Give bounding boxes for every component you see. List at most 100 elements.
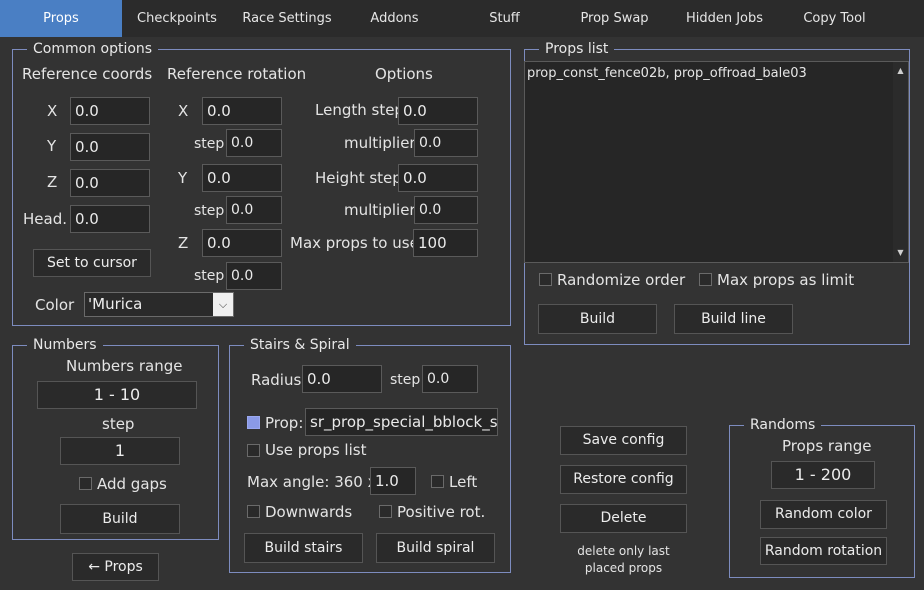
- max-angle-input[interactable]: 1.0: [370, 467, 416, 495]
- max-angle-label: Max angle: 360 x: [247, 473, 377, 491]
- scroll-down-icon[interactable]: ▼: [893, 246, 908, 260]
- color-label: Color: [35, 296, 75, 314]
- height-step-label: Height step: [315, 169, 402, 187]
- positive-rot-label: Positive rot.: [397, 503, 486, 521]
- set-to-cursor-button[interactable]: Set to cursor: [33, 249, 151, 277]
- tab-stuff[interactable]: Stuff: [447, 0, 562, 37]
- props-build-button[interactable]: Build: [538, 304, 657, 334]
- delete-note-line2: placed props: [584, 561, 663, 575]
- rotation-y-step-input[interactable]: 0.0: [226, 196, 282, 224]
- length-multiplier-label: multiplier: [344, 134, 416, 152]
- rotation-z-input[interactable]: 0.0: [202, 229, 282, 257]
- max-props-limit-label: Max props as limit: [717, 271, 855, 289]
- height-multiplier-label: multiplier: [344, 201, 416, 219]
- tab-copy-tool[interactable]: Copy Tool: [782, 0, 887, 37]
- downwards-checkbox[interactable]: [247, 505, 260, 518]
- use-props-list-label: Use props list: [265, 441, 367, 459]
- props-list-text: prop_const_fence02b, prop_offroad_bale03: [527, 66, 807, 81]
- props-range-label: Props range: [782, 437, 872, 455]
- build-spiral-button[interactable]: Build spiral: [376, 533, 495, 563]
- heading-input[interactable]: 0.0: [70, 205, 150, 233]
- build-line-button[interactable]: Build line: [674, 304, 793, 334]
- coord-y-label: Y: [47, 137, 57, 155]
- rotation-z-step-input[interactable]: 0.0: [226, 262, 282, 290]
- length-step-input[interactable]: 0.0: [398, 97, 478, 125]
- randomize-order-checkbox[interactable]: [539, 273, 552, 286]
- color-select[interactable]: 'Murica ⌵: [84, 292, 234, 317]
- coord-y-input[interactable]: 0.0: [70, 133, 150, 161]
- rotation-y-step-label: step: [194, 203, 225, 219]
- delete-note-line1: delete only last: [577, 544, 670, 558]
- use-props-list-checkbox[interactable]: [247, 444, 260, 457]
- rotation-x-label: X: [178, 102, 189, 120]
- positive-rot-checkbox[interactable]: [379, 505, 392, 518]
- max-props-input[interactable]: 100: [413, 229, 478, 257]
- scroll-up-icon[interactable]: ▲: [893, 64, 908, 78]
- numbers-title: Numbers: [27, 337, 103, 353]
- max-props-label: Max props to use: [290, 234, 419, 252]
- rotation-y-input[interactable]: 0.0: [202, 164, 282, 192]
- height-step-input[interactable]: 0.0: [398, 164, 478, 192]
- randoms-title: Randoms: [744, 417, 822, 433]
- left-checkbox[interactable]: [431, 475, 444, 488]
- tab-bar: Props Checkpoints Race Settings Addons S…: [0, 0, 924, 37]
- random-rotation-button[interactable]: Random rotation: [760, 537, 887, 565]
- back-to-props-button[interactable]: ← Props: [72, 553, 159, 581]
- tab-checkpoints[interactable]: Checkpoints: [122, 0, 232, 37]
- color-select-value: 'Murica: [88, 295, 143, 313]
- stairs-spiral-title: Stairs & Spiral: [244, 337, 356, 353]
- rotation-x-input[interactable]: 0.0: [202, 97, 282, 125]
- chevron-down-icon[interactable]: ⌵: [213, 293, 233, 316]
- rotation-z-label: Z: [178, 234, 189, 252]
- radius-label: Radius: [251, 371, 302, 389]
- numbers-range-label: Numbers range: [66, 357, 183, 375]
- props-range-field[interactable]: 1 - 200: [771, 461, 875, 489]
- prop-checkbox[interactable]: [247, 416, 260, 429]
- rotation-z-step-label: step: [194, 268, 225, 284]
- prop-label: Prop:: [265, 414, 304, 432]
- tab-race-settings[interactable]: Race Settings: [232, 0, 342, 37]
- props-list-textbox[interactable]: prop_const_fence02b, prop_offroad_bale03…: [524, 61, 909, 263]
- downwards-label: Downwards: [265, 503, 353, 521]
- max-props-limit-checkbox[interactable]: [699, 273, 712, 286]
- numbers-build-button[interactable]: Build: [60, 504, 180, 534]
- stairs-step-label: step: [390, 372, 421, 388]
- coord-z-input[interactable]: 0.0: [70, 169, 150, 197]
- reference-coords-heading: Reference coords: [22, 65, 153, 83]
- options-heading: Options: [375, 65, 433, 83]
- coord-x-label: X: [47, 102, 58, 120]
- rotation-y-label: Y: [178, 169, 188, 187]
- randomize-order-label: Randomize order: [557, 271, 686, 289]
- height-multiplier-input[interactable]: 0.0: [414, 196, 478, 224]
- random-color-button[interactable]: Random color: [760, 500, 887, 529]
- length-step-label: Length step: [315, 101, 404, 119]
- props-list-scrollbar[interactable]: ▲ ▼: [893, 62, 908, 262]
- tab-props[interactable]: Props: [0, 0, 122, 37]
- numbers-step-field[interactable]: 1: [60, 437, 180, 465]
- coord-z-label: Z: [47, 173, 58, 191]
- save-config-button[interactable]: Save config: [560, 426, 687, 455]
- build-stairs-button[interactable]: Build stairs: [244, 533, 363, 563]
- heading-label: Head.: [23, 210, 67, 228]
- delete-note: delete only last placed props: [560, 543, 687, 577]
- numbers-step-label: step: [102, 415, 135, 433]
- add-gaps-checkbox[interactable]: [79, 477, 92, 490]
- stairs-step-input[interactable]: 0.0: [422, 365, 478, 393]
- prop-input[interactable]: sr_prop_special_bblock_sm: [305, 408, 498, 436]
- rotation-x-step-input[interactable]: 0.0: [226, 129, 282, 157]
- numbers-range-field[interactable]: 1 - 10: [37, 381, 197, 409]
- left-label: Left: [449, 473, 478, 491]
- tab-prop-swap[interactable]: Prop Swap: [562, 0, 667, 37]
- tab-hidden-jobs[interactable]: Hidden Jobs: [667, 0, 782, 37]
- length-multiplier-input[interactable]: 0.0: [414, 129, 478, 157]
- reference-rotation-heading: Reference rotation: [167, 65, 307, 83]
- delete-button[interactable]: Delete: [560, 504, 687, 533]
- rotation-x-step-label: step: [194, 136, 225, 152]
- props-list-title: Props list: [539, 41, 615, 57]
- radius-input[interactable]: 0.0: [302, 365, 382, 393]
- add-gaps-label: Add gaps: [97, 475, 167, 493]
- restore-config-button[interactable]: Restore config: [560, 465, 687, 494]
- tab-addons[interactable]: Addons: [342, 0, 447, 37]
- common-options-title: Common options: [27, 41, 159, 57]
- coord-x-input[interactable]: 0.0: [70, 97, 150, 125]
